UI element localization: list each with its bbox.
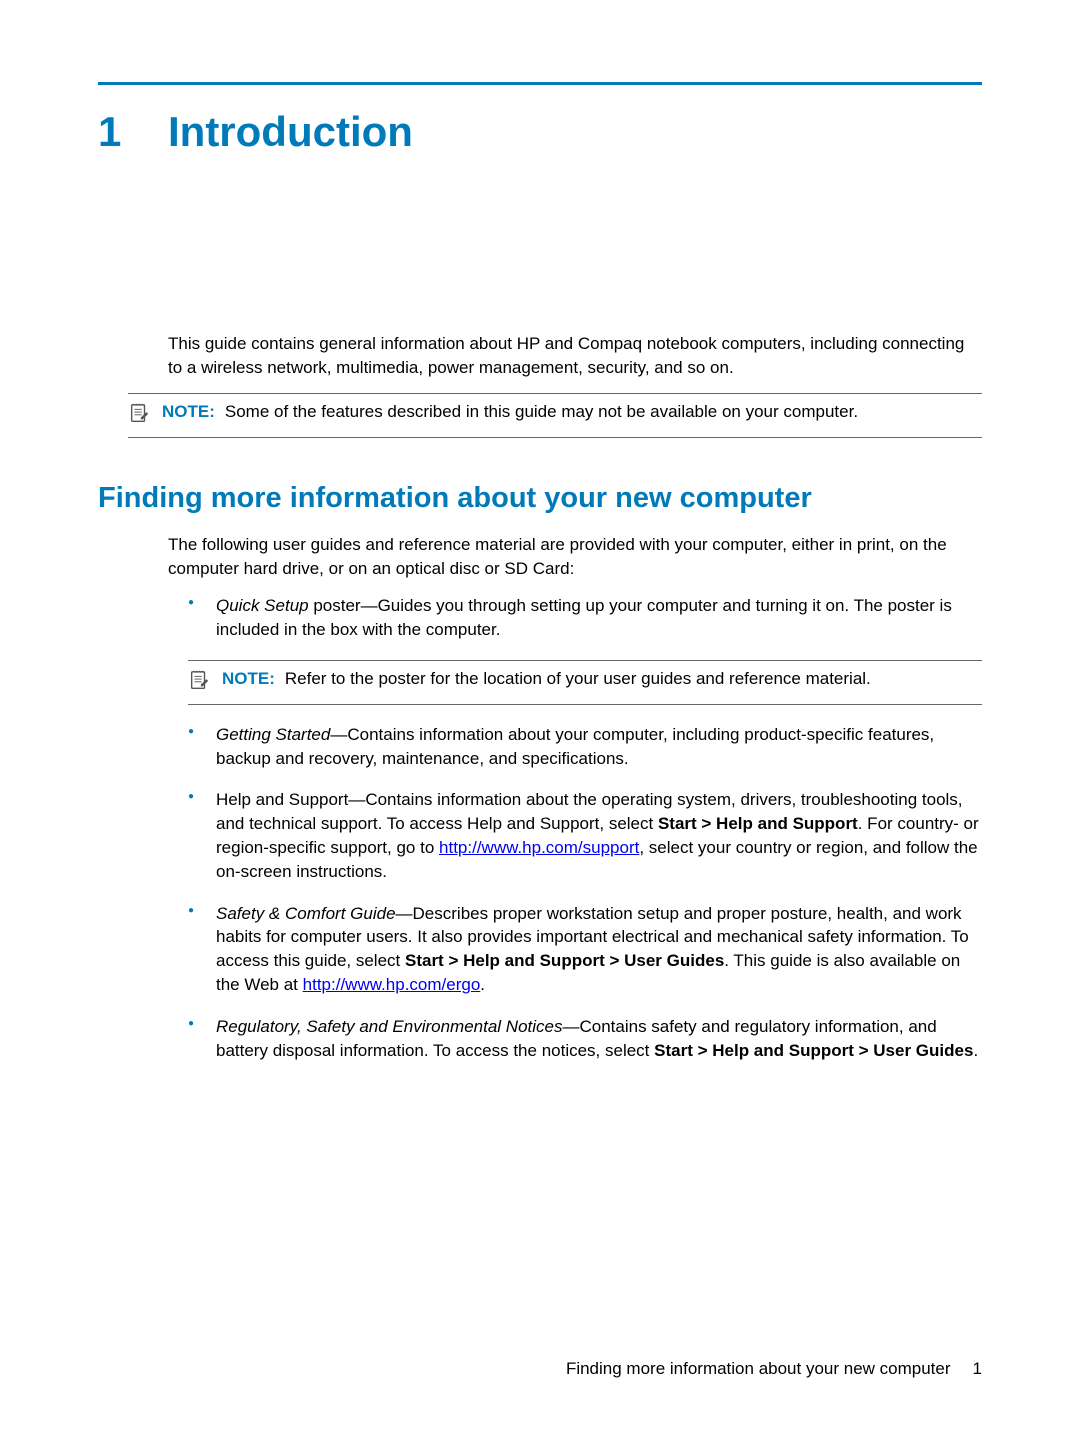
item-text: poster—Guides you through setting up you… (216, 596, 952, 639)
chapter-title: Introduction (168, 103, 413, 162)
note-icon (128, 402, 154, 431)
item-title: Regulatory, Safety and Environmental Not… (216, 1017, 562, 1036)
note-label: NOTE: (222, 669, 275, 688)
chapter-rule (98, 82, 982, 85)
note-box: NOTE: Some of the features described in t… (128, 393, 982, 438)
page-footer: Finding more information about your new … (566, 1357, 982, 1381)
item-bold: Start > Help and Support (658, 814, 858, 833)
section-intro: The following user guides and reference … (168, 533, 982, 581)
chapter-number: 1 (98, 103, 168, 162)
list-item: Help and Support—Contains information ab… (188, 788, 982, 883)
note-text-container: NOTE: Some of the features described in t… (162, 400, 982, 424)
list-item: Quick Setup poster—Guides you through se… (188, 594, 982, 642)
footer-section-title: Finding more information about your new … (566, 1357, 951, 1381)
chapter-header: 1 Introduction (98, 103, 982, 162)
support-link[interactable]: http://www.hp.com/support (439, 838, 639, 857)
note-text-container: NOTE: Refer to the poster for the locatio… (222, 667, 982, 691)
section-title: Finding more information about your new … (98, 478, 982, 519)
note-text: Refer to the poster for the location of … (285, 669, 871, 688)
guide-list: Quick Setup poster—Guides you through se… (188, 594, 982, 642)
item-title: Quick Setup (216, 596, 309, 615)
ergo-link[interactable]: http://www.hp.com/ergo (303, 975, 481, 994)
list-item: Safety & Comfort Guide—Describes proper … (188, 902, 982, 997)
page-number: 1 (973, 1357, 982, 1381)
item-title: Safety & Comfort Guide (216, 904, 396, 923)
item-text-post: . (973, 1041, 978, 1060)
list-item: Regulatory, Safety and Environmental Not… (188, 1015, 982, 1063)
intro-paragraph: This guide contains general information … (168, 332, 982, 380)
item-text-post: . (480, 975, 485, 994)
item-title: Getting Started (216, 725, 330, 744)
guide-list-cont: Getting Started—Contains information abo… (188, 723, 982, 1063)
note-label: NOTE: (162, 402, 215, 421)
note-text: Some of the features described in this g… (225, 402, 858, 421)
page-body: 1 Introduction This guide contains gener… (0, 0, 1080, 1062)
note-box: NOTE: Refer to the poster for the locatio… (188, 660, 982, 705)
item-bold: Start > Help and Support > User Guides (654, 1041, 973, 1060)
list-item: Getting Started—Contains information abo… (188, 723, 982, 771)
item-bold: Start > Help and Support > User Guides (405, 951, 724, 970)
note-icon (188, 669, 214, 698)
